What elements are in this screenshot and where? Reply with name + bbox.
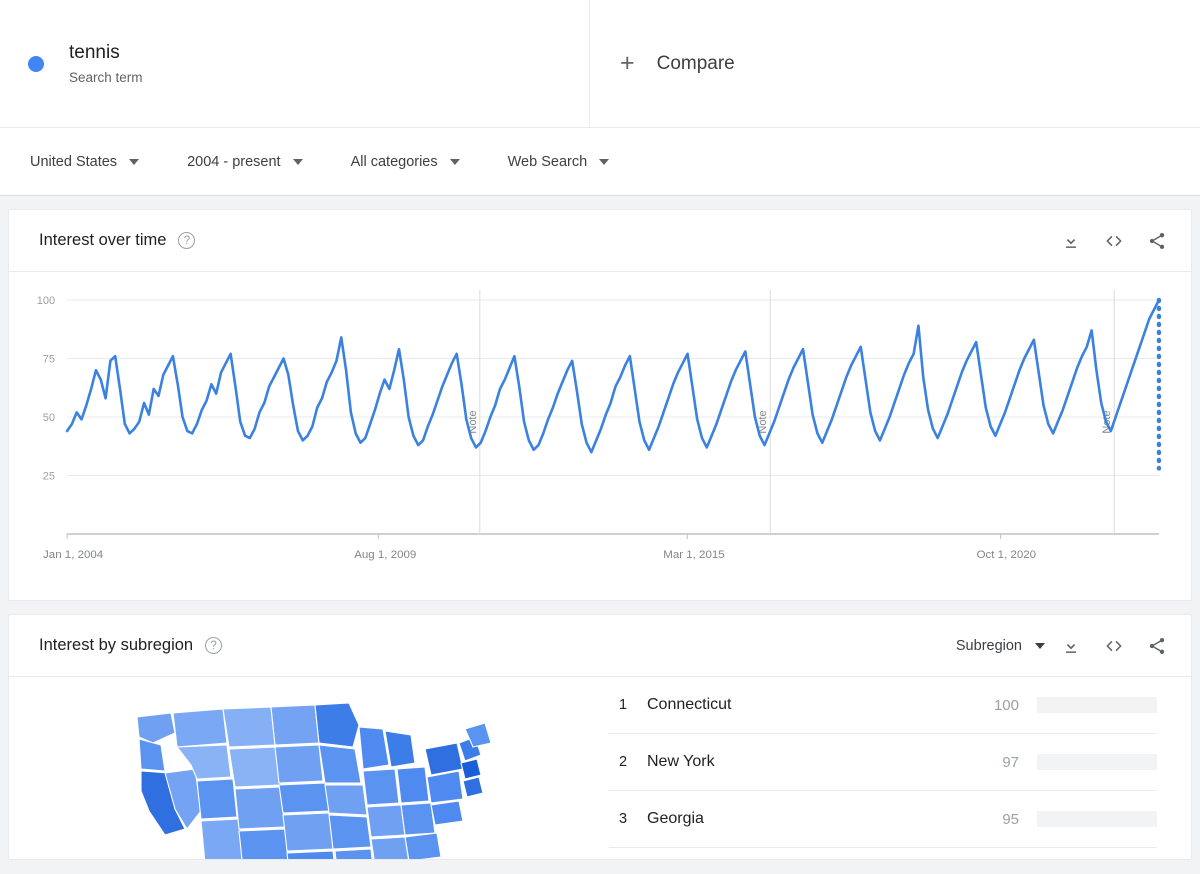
term-color-dot	[28, 55, 44, 72]
region-value: 95	[1002, 810, 1019, 828]
region-filter[interactable]: United States	[30, 153, 140, 170]
value-bar-track	[1037, 697, 1157, 713]
value-bar-track	[1037, 754, 1157, 770]
svg-text:50: 50	[43, 412, 55, 424]
compare-label: Compare	[656, 52, 735, 74]
region-name: Georgia	[647, 810, 704, 827]
share-icon[interactable]	[1147, 636, 1167, 656]
chevron-down-icon	[599, 158, 610, 165]
search-type-filter[interactable]: Web Search	[508, 154, 610, 170]
table-row[interactable]: 1 Connecticut 100	[609, 677, 1157, 734]
time-filter-label: 2004 - present	[187, 153, 281, 170]
svg-text:Aug 1, 2009: Aug 1, 2009	[354, 549, 416, 561]
interest-over-time-chart[interactable]: 25 50 75 100 Note Note Note Jan 1, 2004 Aug 1, 2…	[9, 272, 1191, 600]
search-term-card[interactable]: tennis Search term	[0, 0, 590, 127]
share-icon[interactable]	[1147, 231, 1167, 251]
search-term-bar: tennis Search term + Compare	[0, 0, 1200, 128]
page-title: Interest over time	[39, 231, 167, 249]
subregion-select[interactable]: Subregion	[956, 638, 1045, 654]
chevron-down-icon	[1035, 642, 1045, 649]
svg-text:75: 75	[43, 354, 55, 366]
search-term-name: tennis	[69, 41, 120, 63]
chevron-down-icon	[129, 158, 140, 165]
rank-number: 3	[619, 811, 628, 827]
rank-number: 1	[619, 697, 628, 713]
help-icon[interactable]: ?	[178, 232, 196, 249]
svg-text:25: 25	[43, 471, 55, 483]
subregion-title: Interest by subregion	[39, 636, 194, 654]
interest-over-time-header: Interest over time ?	[9, 210, 1191, 272]
region-name: Connecticut	[647, 696, 732, 713]
value-bar-track	[1037, 811, 1157, 827]
region-value: 97	[1002, 753, 1019, 771]
interest-over-time-card: Interest over time ? 25 50 75 100 Note N…	[8, 209, 1192, 601]
us-choropleth-map[interactable]	[9, 677, 609, 859]
embed-icon[interactable]	[1103, 636, 1125, 656]
interest-by-subregion-card: Interest by subregion ? Subregion 1 Conn…	[8, 614, 1192, 860]
region-name: New York	[647, 753, 715, 770]
chevron-down-icon	[449, 158, 460, 165]
subregion-rank-list: 1 Connecticut 100 2 New York 97 3 Georgi…	[609, 677, 1191, 859]
interest-by-subregion-header: Interest by subregion ? Subregion	[9, 615, 1191, 677]
subregion-body: 1 Connecticut 100 2 New York 97 3 Georgi…	[9, 677, 1191, 859]
time-filter[interactable]: 2004 - present	[187, 154, 303, 170]
download-icon[interactable]	[1061, 636, 1081, 656]
search-type-filter-label: Web Search	[507, 153, 588, 170]
table-row[interactable]: 3 Georgia 95	[609, 791, 1157, 848]
plus-icon: +	[620, 49, 635, 77]
subregion-select-label: Subregion	[955, 637, 1022, 654]
category-filter[interactable]: All categories	[351, 154, 460, 170]
region-value: 100	[993, 696, 1019, 714]
filter-bar: United States 2004 - present All categor…	[0, 128, 1200, 196]
svg-text:Jan 1, 2004: Jan 1, 2004	[43, 549, 104, 561]
help-icon[interactable]: ?	[205, 637, 223, 654]
svg-text:100: 100	[37, 295, 55, 307]
svg-text:Mar 1, 2015: Mar 1, 2015	[663, 549, 724, 561]
category-filter-label: All categories	[350, 153, 438, 170]
table-row[interactable]: 2 New York 97	[609, 734, 1157, 791]
search-term-type: Search term	[69, 69, 143, 85]
chevron-down-icon	[292, 158, 303, 165]
svg-text:Oct 1, 2020: Oct 1, 2020	[977, 549, 1037, 561]
map-svg	[136, 702, 492, 859]
rank-number: 2	[619, 754, 628, 770]
download-icon[interactable]	[1061, 231, 1081, 251]
embed-icon[interactable]	[1103, 231, 1125, 251]
region-filter-label: United States	[30, 153, 118, 170]
add-compare-button[interactable]: + Compare	[590, 0, 1200, 127]
